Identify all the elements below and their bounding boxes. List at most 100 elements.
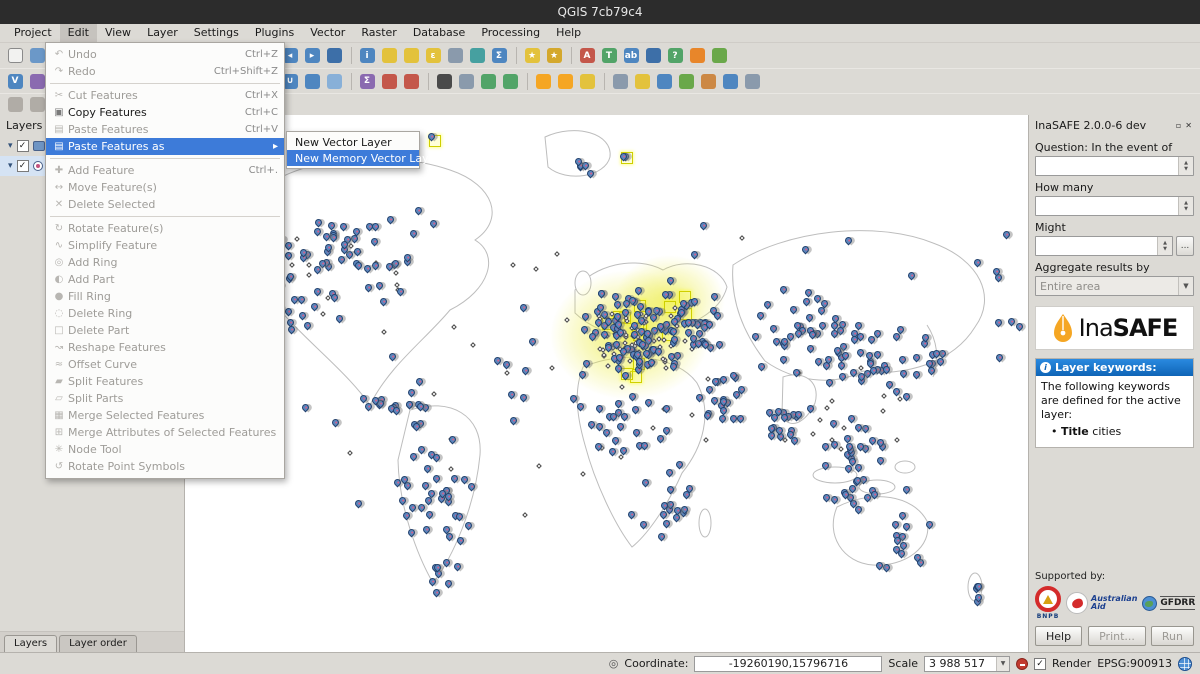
metasearch-grid-icon[interactable] — [456, 71, 476, 91]
inasafe-options-icon[interactable] — [577, 71, 597, 91]
spinner-icon[interactable]: ▲▼ — [1157, 237, 1172, 255]
menu-item-redo[interactable]: ↷RedoCtrl+Shift+Z — [46, 63, 284, 80]
coordinate-capture-icon[interactable] — [610, 71, 630, 91]
toggle-editing-icon[interactable] — [27, 95, 47, 115]
menu-item-copy-features[interactable]: ▣Copy FeaturesCtrl+C — [46, 104, 284, 121]
menu-vector[interactable]: Vector — [302, 24, 353, 42]
field-calculator-icon[interactable]: Σ — [489, 46, 509, 66]
expander-icon[interactable]: ▾ — [8, 161, 13, 171]
coordinate-input[interactable] — [694, 656, 882, 672]
menu-item-merge-attributes-of-selected-features[interactable]: ⊞Merge Attributes of Selected Features — [46, 424, 284, 441]
tab-layers[interactable]: Layers — [4, 635, 57, 652]
menu-database[interactable]: Database — [405, 24, 474, 42]
select-features-icon[interactable] — [379, 46, 399, 66]
menu-item-paste-features[interactable]: ▤Paste FeaturesCtrl+V — [46, 121, 284, 138]
help-button[interactable]: Help — [1035, 626, 1082, 646]
menu-item-node-tool[interactable]: ✳Node Tool — [46, 441, 284, 458]
plugin-5-icon[interactable] — [720, 71, 740, 91]
submenu-item-new-memory-vector-layer[interactable]: New Memory Vector Layer — [287, 150, 419, 166]
menu-settings[interactable]: Settings — [186, 24, 247, 42]
labeling-icon[interactable]: ab — [621, 46, 641, 66]
spinner-icon[interactable]: ▲▼ — [1178, 157, 1193, 175]
menu-item-delete-selected[interactable]: ✕Delete Selected — [46, 196, 284, 213]
menu-layer[interactable]: Layer — [139, 24, 186, 42]
menu-item-reshape-features[interactable]: ↝Reshape Features — [46, 339, 284, 356]
menu-item-merge-selected-features[interactable]: ▦Merge Selected Features — [46, 407, 284, 424]
geoprocessing-dissolve-icon[interactable] — [302, 71, 322, 91]
menu-view[interactable]: View — [97, 24, 139, 42]
open-project-icon[interactable] — [27, 46, 47, 66]
globe-layer-icon[interactable] — [478, 71, 498, 91]
function-options-button[interactable]: ... — [1176, 236, 1194, 256]
search-icon[interactable] — [434, 71, 454, 91]
aggregate-combobox[interactable]: Entire area ▼ — [1035, 276, 1194, 296]
inasafe-keywords-icon[interactable] — [555, 71, 575, 91]
annotation-icon[interactable]: A — [577, 46, 597, 66]
simplify-geometries-icon[interactable] — [324, 71, 344, 91]
exposure-combobox[interactable]: ▲▼ — [1035, 196, 1194, 216]
menu-item-move-feature-s-[interactable]: ↔Move Feature(s) — [46, 179, 284, 196]
menu-item-split-features[interactable]: ▰Split Features — [46, 373, 284, 390]
dock-close-icon[interactable]: ✕ — [1183, 121, 1194, 130]
help-contents-icon[interactable]: ? — [665, 46, 685, 66]
new-bookmark-icon[interactable]: ★ — [544, 46, 564, 66]
inasafe-dock-icon[interactable] — [533, 71, 553, 91]
submenu-item-new-vector-layer[interactable]: New Vector Layer — [287, 134, 419, 150]
epsg-label[interactable]: EPSG:900913 — [1097, 657, 1172, 670]
hazard-combobox[interactable]: ▲▼ — [1035, 156, 1194, 176]
georeferencer-icon[interactable] — [379, 71, 399, 91]
tab-layer-order[interactable]: Layer order — [59, 635, 137, 652]
refresh-map-icon[interactable] — [324, 46, 344, 66]
spinner-icon[interactable]: ▲▼ — [1178, 197, 1193, 215]
menu-item-add-feature[interactable]: ✚Add FeatureCtrl+. — [46, 162, 284, 179]
menu-item-cut-features[interactable]: ✂Cut FeaturesCtrl+X — [46, 87, 284, 104]
add-raster-layer-icon[interactable] — [27, 71, 47, 91]
menu-item-undo[interactable]: ↶UndoCtrl+Z — [46, 46, 284, 63]
menu-item-delete-ring[interactable]: ◌Delete Ring — [46, 305, 284, 322]
menu-help[interactable]: Help — [548, 24, 589, 42]
menu-item-split-parts[interactable]: ▱Split Parts — [46, 390, 284, 407]
zoom-next-icon[interactable]: ▸ — [302, 46, 322, 66]
plugin-1-icon[interactable] — [632, 71, 652, 91]
current-edits-icon[interactable] — [5, 95, 25, 115]
scale-combobox[interactable]: 3 988 517 ▼ — [924, 656, 1010, 672]
menu-item-add-ring[interactable]: ◎Add Ring — [46, 254, 284, 271]
globe-settings-icon[interactable] — [500, 71, 520, 91]
identify-features-icon[interactable]: i — [357, 46, 377, 66]
measure-icon[interactable] — [467, 46, 487, 66]
menu-edit[interactable]: Edit — [60, 24, 97, 42]
menu-item-rotate-feature-s-[interactable]: ↻Rotate Feature(s) — [46, 220, 284, 237]
run-button[interactable]: Run — [1151, 626, 1194, 646]
menu-item-offset-curve[interactable]: ≈Offset Curve — [46, 356, 284, 373]
layer-checkbox[interactable]: ✓ — [17, 160, 29, 172]
layer-checkbox[interactable]: ✓ — [17, 140, 29, 152]
plugin-6-icon[interactable] — [742, 71, 762, 91]
menu-item-delete-part[interactable]: □Delete Part — [46, 322, 284, 339]
print-button[interactable]: Print... — [1088, 626, 1146, 646]
plugin-2-icon[interactable] — [654, 71, 674, 91]
text-annotation-icon[interactable]: T — [599, 46, 619, 66]
new-project-icon[interactable] — [5, 46, 25, 66]
menu-item-paste-features-as[interactable]: ▤Paste Features as▸ — [46, 138, 284, 155]
function-combobox[interactable]: ▲▼ — [1035, 236, 1173, 256]
stop-render-icon[interactable] — [1016, 658, 1028, 670]
menu-item-simplify-feature[interactable]: ∿Simplify Feature — [46, 237, 284, 254]
menu-raster[interactable]: Raster — [353, 24, 404, 42]
tracking-icon[interactable]: ◎ — [609, 657, 619, 670]
menu-item-rotate-point-symbols[interactable]: ↺Rotate Point Symbols — [46, 458, 284, 475]
menu-item-add-part[interactable]: ◐Add Part — [46, 271, 284, 288]
map-canvas[interactable] — [185, 115, 1028, 652]
projection-globe-icon[interactable] — [1178, 657, 1192, 671]
menu-processing[interactable]: Processing — [473, 24, 548, 42]
show-bookmarks-icon[interactable]: ★ — [522, 46, 542, 66]
menu-item-fill-ring[interactable]: ●Fill Ring — [46, 288, 284, 305]
add-vector-layer-icon[interactable]: V — [5, 71, 25, 91]
dock-float-icon[interactable]: ▫ — [1174, 121, 1183, 130]
python-console-icon[interactable] — [643, 46, 663, 66]
deselect-features-icon[interactable] — [401, 46, 421, 66]
raster-calculator-icon[interactable]: Σ — [357, 71, 377, 91]
plugin-4-icon[interactable] — [698, 71, 718, 91]
plugin-orange-icon[interactable] — [687, 46, 707, 66]
menu-project[interactable]: Project — [6, 24, 60, 42]
select-by-expression-icon[interactable]: ε — [423, 46, 443, 66]
